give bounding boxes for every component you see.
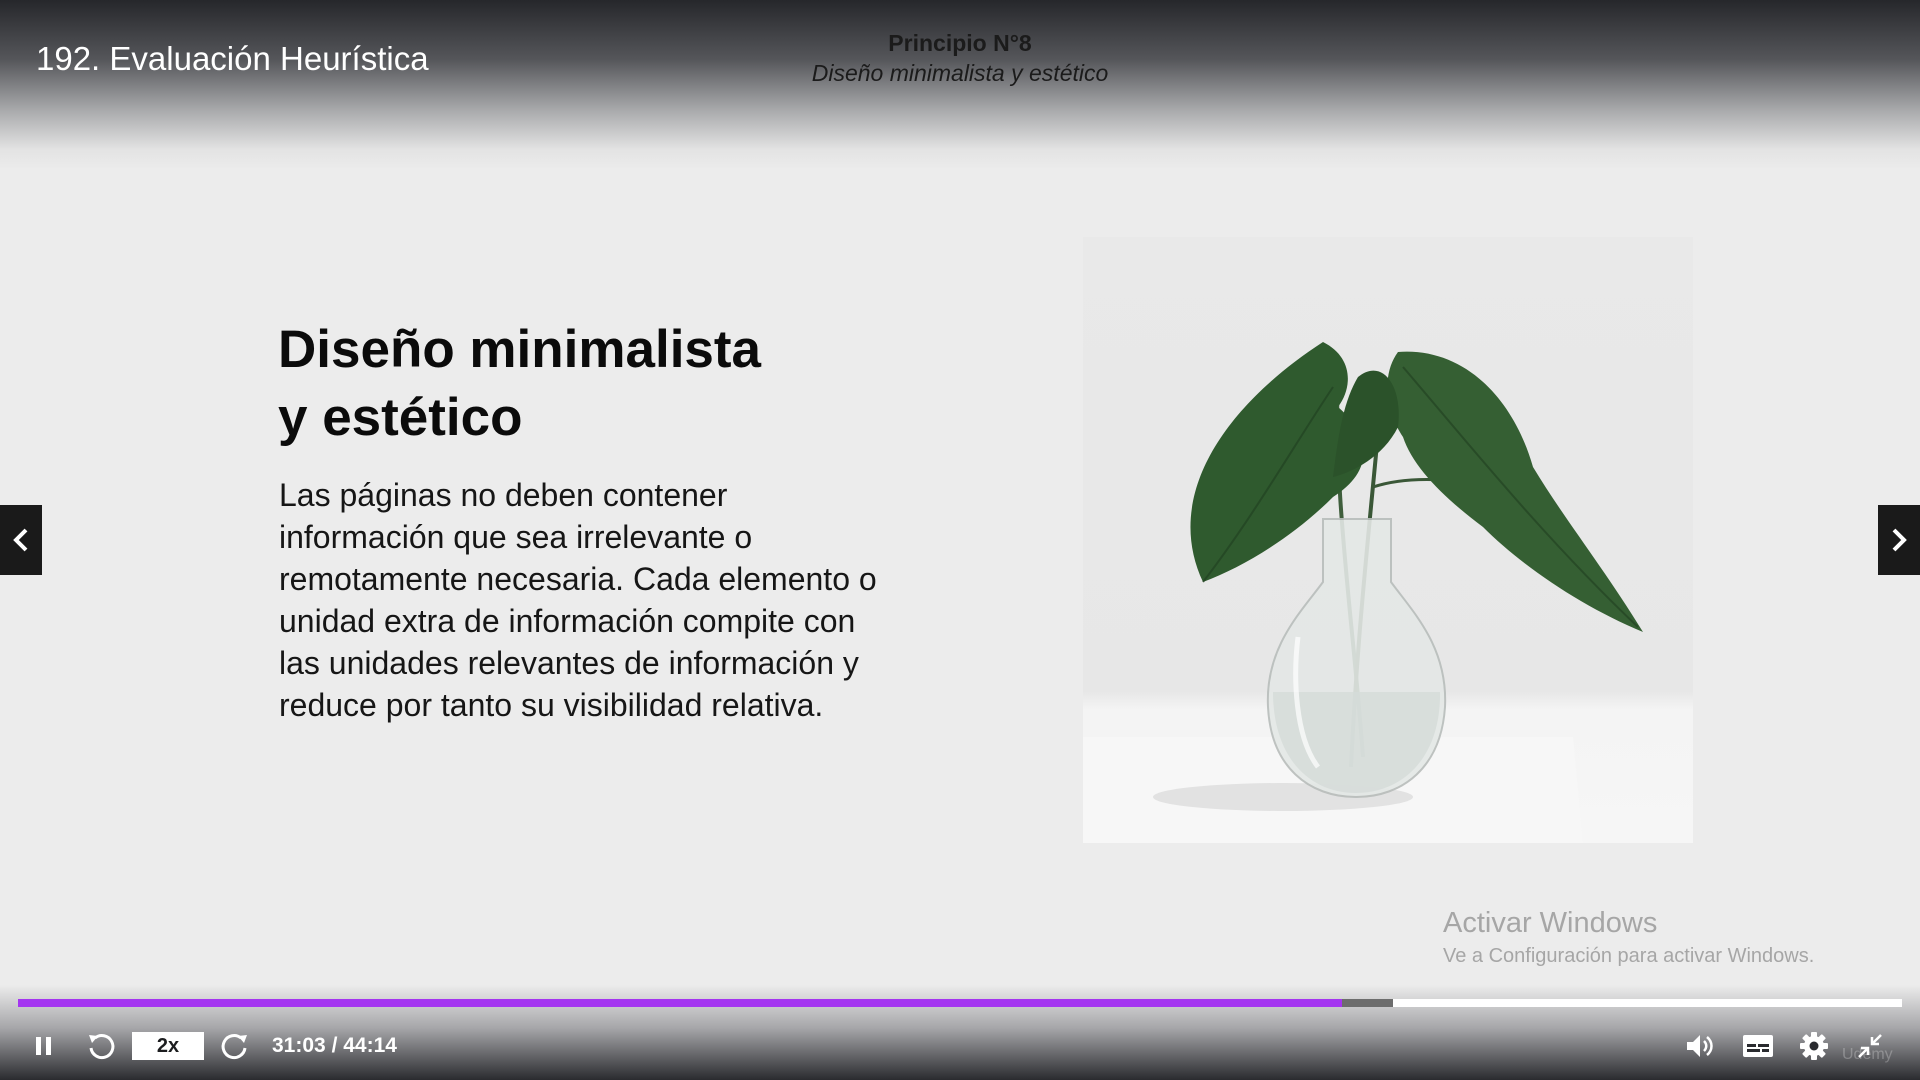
watermark-subtitle: Ve a Configuración para activar Windows.	[1443, 945, 1815, 967]
gear-icon	[1800, 1032, 1828, 1060]
slide-header: Principio N°8 Diseño minimalista y estét…	[690, 28, 1230, 88]
rewind-icon	[89, 1034, 115, 1060]
time-current: 31:03	[272, 1034, 326, 1057]
captions-icon	[1743, 1035, 1773, 1057]
lecture-title: 192. Evaluación Heurística	[36, 40, 429, 77]
progress-played	[18, 999, 1342, 1007]
next-lecture-button[interactable]	[1878, 505, 1920, 575]
plant-photo	[1083, 237, 1693, 843]
volume-icon	[1687, 1035, 1713, 1057]
time-separator: /	[331, 1034, 338, 1057]
slide-heading-line1: Diseño minimalista	[278, 320, 762, 379]
chevron-left-icon	[13, 528, 28, 552]
video-player[interactable]: 192. Evaluación Heurística Principio N°8…	[0, 0, 1920, 1080]
slide-heading-line2: y estético	[278, 388, 523, 447]
forward-icon	[221, 1034, 247, 1060]
rewind-button[interactable]	[80, 1022, 122, 1070]
principle-subtitle: Diseño minimalista y estético	[811, 60, 1109, 86]
pause-button[interactable]	[24, 1022, 64, 1070]
time-display: 31:03 / 44:14	[272, 1034, 397, 1058]
previous-lecture-button[interactable]	[0, 505, 42, 575]
watermark-title: Activar Windows	[1443, 907, 1658, 939]
chevron-right-icon	[1892, 528, 1907, 552]
captions-button[interactable]	[1736, 1022, 1780, 1070]
progress-bar[interactable]	[18, 999, 1902, 1007]
pause-icon	[36, 1037, 51, 1055]
player-controls: 2x 31:03 / 44:14	[0, 1022, 1920, 1070]
time-total: 44:14	[343, 1034, 397, 1057]
forward-button[interactable]	[214, 1022, 256, 1070]
principle-label: Principio N°8	[888, 30, 1032, 56]
settings-button[interactable]	[1792, 1022, 1836, 1070]
volume-button[interactable]	[1678, 1022, 1722, 1070]
playback-speed-button[interactable]: 2x	[132, 1032, 204, 1060]
slide-heading: Diseño minimalista y estético	[278, 316, 918, 452]
slide-body-text: Las páginas no deben contener informació…	[279, 477, 877, 723]
brand-watermark: Udemy	[1842, 1046, 1893, 1063]
windows-activation-watermark: Activar Windows Ve a Configuración para …	[1443, 905, 1814, 971]
plant-vase-illustration	[1083, 342, 1643, 843]
